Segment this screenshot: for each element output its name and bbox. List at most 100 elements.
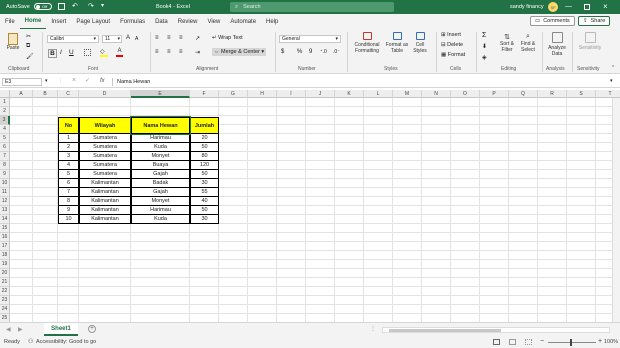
row-header[interactable]: 25 — [0, 314, 10, 322]
table-cell[interactable]: 50 — [190, 143, 219, 152]
comments-button[interactable]: ▭ Comments — [530, 16, 575, 26]
page-break-view-icon[interactable] — [525, 339, 532, 345]
column-header[interactable]: E — [131, 90, 190, 98]
tab-data[interactable]: Data — [150, 14, 173, 29]
column-header[interactable]: G — [219, 90, 248, 98]
accessibility-icon[interactable]: ⚇ — [28, 338, 33, 345]
increase-decimal-icon[interactable]: ⁺.0 — [320, 49, 327, 55]
fx-icon[interactable]: fx — [100, 78, 105, 84]
row-header[interactable]: 1 — [0, 98, 10, 107]
format-painter-icon[interactable]: 🖌 — [26, 53, 34, 60]
row-header[interactable]: 17 — [0, 242, 10, 251]
autosave-toggle[interactable]: Off — [34, 3, 52, 10]
table-cell[interactable]: Harimau — [131, 134, 190, 143]
column-header[interactable]: A — [10, 90, 33, 98]
column-header[interactable]: P — [480, 90, 509, 98]
name-box[interactable]: E3 — [2, 78, 42, 86]
table-cell[interactable]: Kuda — [131, 143, 190, 152]
format-as-table-button[interactable]: Format as Table — [385, 32, 409, 54]
normal-view-icon[interactable] — [493, 339, 500, 345]
row-header[interactable]: 20 — [0, 269, 10, 278]
column-header[interactable]: J — [306, 90, 335, 98]
wrap-text-button[interactable]: ↵ Wrap Text — [212, 35, 243, 41]
scrollbar-thumb[interactable] — [389, 329, 501, 332]
row-header[interactable]: 10 — [0, 179, 10, 188]
table-header-cell[interactable]: Nama Hewan — [131, 117, 190, 134]
prev-sheet-icon[interactable]: ◀ — [6, 326, 11, 333]
table-cell[interactable]: Kuda — [131, 215, 190, 224]
font-color-icon[interactable]: A — [116, 48, 123, 57]
table-cell[interactable]: Buaya — [131, 161, 190, 170]
row-header[interactable]: 14 — [0, 215, 10, 224]
confirm-icon[interactable]: ✓ — [85, 77, 90, 84]
horizontal-scrollbar[interactable] — [382, 327, 610, 333]
delete-cells-button[interactable]: ⊟ Delete — [441, 42, 463, 48]
tab-page-layout[interactable]: Page Layout — [71, 14, 115, 29]
tab-home[interactable]: Home — [19, 14, 47, 29]
row-header[interactable]: 2 — [0, 107, 10, 116]
table-cell[interactable]: Kalimantan — [79, 215, 131, 224]
copy-icon[interactable]: ⧉ — [26, 43, 30, 50]
table-cell[interactable]: 6 — [58, 179, 79, 188]
table-cell[interactable]: 30 — [190, 179, 219, 188]
chevron-down-icon[interactable]: ▾ — [45, 78, 48, 84]
zoom-in-icon[interactable]: + — [598, 338, 602, 345]
table-cell[interactable]: Sumatera — [79, 134, 131, 143]
paste-button[interactable]: Paste — [4, 33, 22, 51]
close-icon[interactable]: × — [603, 2, 608, 11]
maximize-icon[interactable] — [584, 4, 590, 10]
undo-icon[interactable]: ↶ — [72, 2, 78, 10]
font-name-select[interactable]: Calibri ▾ — [47, 35, 99, 43]
align-bottom-icon[interactable]: ≡ — [179, 35, 183, 41]
insert-cells-button[interactable]: ⊞ Insert — [441, 32, 461, 38]
conditional-formatting-button[interactable]: Conditional Formatting — [350, 32, 384, 54]
zoom-slider-thumb[interactable] — [570, 339, 572, 346]
row-header[interactable]: 6 — [0, 143, 10, 152]
align-center-icon[interactable]: ≡ — [167, 49, 171, 55]
tab-automate[interactable]: Automate — [225, 14, 261, 29]
share-button[interactable]: ⇪ Share — [578, 16, 611, 26]
column-header[interactable]: B — [33, 90, 58, 98]
tab-insert[interactable]: Insert — [46, 14, 71, 29]
column-header[interactable]: F — [190, 90, 219, 98]
fill-icon[interactable]: ⬇ — [482, 43, 487, 50]
tab-file[interactable]: File — [0, 14, 20, 29]
table-cell[interactable]: 4 — [58, 161, 79, 170]
table-cell[interactable]: 9 — [58, 206, 79, 215]
row-header[interactable]: 24 — [0, 305, 10, 314]
row-header[interactable]: 13 — [0, 206, 10, 215]
column-header[interactable]: Q — [509, 90, 538, 98]
column-header[interactable]: H — [248, 90, 277, 98]
minimize-icon[interactable]: — — [565, 3, 572, 10]
column-header[interactable]: I — [277, 90, 306, 98]
row-header[interactable]: 19 — [0, 260, 10, 269]
select-all-corner[interactable] — [0, 90, 10, 98]
align-right-icon[interactable]: ≡ — [179, 49, 183, 55]
sheet-options-icon[interactable]: ⋮ — [370, 325, 376, 332]
table-cell[interactable]: Harimau — [131, 206, 190, 215]
row-header[interactable]: 18 — [0, 251, 10, 260]
table-header-cell[interactable]: No — [58, 117, 79, 134]
column-header[interactable]: M — [393, 90, 422, 98]
table-cell[interactable]: Sumatera — [79, 143, 131, 152]
italic-button[interactable]: I — [60, 49, 62, 56]
tab-formulas[interactable]: Formulas — [115, 14, 150, 29]
align-middle-icon[interactable]: ≡ — [167, 35, 171, 41]
page-layout-view-icon[interactable] — [509, 339, 516, 345]
table-cell[interactable]: 2 — [58, 143, 79, 152]
orientation-icon[interactable]: ↗ — [195, 35, 200, 42]
column-header[interactable]: T — [596, 90, 620, 98]
row-header[interactable]: 3 — [0, 116, 10, 125]
accessibility-status[interactable]: Accessibility: Good to go — [36, 339, 96, 345]
comma-button[interactable]: 9 — [309, 49, 312, 55]
column-header[interactable]: O — [451, 90, 480, 98]
table-cell[interactable]: Monyet — [131, 197, 190, 206]
row-header[interactable]: 12 — [0, 197, 10, 206]
vertical-scrollbar[interactable] — [612, 98, 620, 322]
tab-view[interactable]: View — [202, 14, 225, 29]
clear-icon[interactable]: ◈ — [482, 54, 487, 61]
add-sheet-icon[interactable]: + — [88, 325, 96, 333]
table-cell[interactable]: 5 — [58, 170, 79, 179]
row-header[interactable]: 22 — [0, 287, 10, 296]
row-header[interactable]: 8 — [0, 161, 10, 170]
